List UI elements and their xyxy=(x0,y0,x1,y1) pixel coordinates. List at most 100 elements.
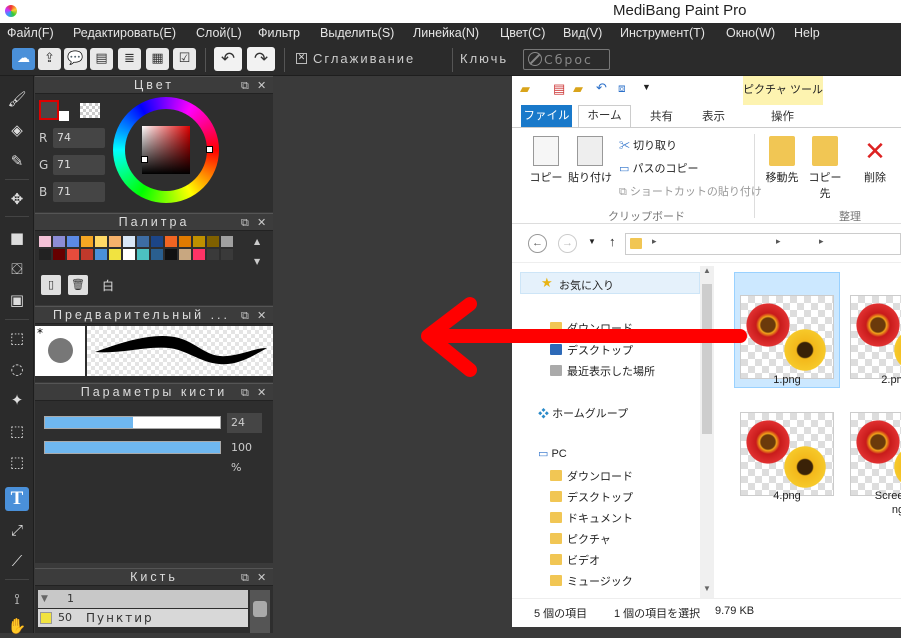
detach-icon[interactable]: ⧉ xyxy=(241,78,249,94)
select-pen-tool-icon[interactable]: ⬚ xyxy=(5,419,29,443)
menu-edit[interactable]: Редактировать(E) xyxy=(73,26,176,40)
rectangle-fill-tool-icon[interactable]: ■ xyxy=(5,226,29,250)
file-thumbnail[interactable] xyxy=(740,295,834,379)
nav-pc-desktop[interactable]: デスクトップ xyxy=(550,489,633,505)
paste-shortcut-button[interactable]: ⧉ ショートカットの貼り付け xyxy=(619,183,762,199)
comment-icon[interactable]: 💬 xyxy=(64,48,87,70)
palette-swatch[interactable] xyxy=(123,236,135,247)
background-color-swatch[interactable] xyxy=(59,111,69,121)
palette-swatch[interactable] xyxy=(95,249,107,260)
new-swatch-icon[interactable]: ▯ xyxy=(41,275,61,295)
palette-swatch[interactable] xyxy=(165,249,177,260)
brush-size-value[interactable]: 24 xyxy=(227,413,262,433)
close-icon[interactable]: ✕ xyxy=(257,570,266,586)
brush-row[interactable]: 50 Пунктир xyxy=(38,609,248,627)
close-icon[interactable]: ✕ xyxy=(257,215,266,231)
nav-documents[interactable]: ドキュメント xyxy=(550,510,633,526)
trash-icon[interactable]: 🗑 xyxy=(68,275,88,295)
picture-tools-tab[interactable]: ピクチャ ツール xyxy=(743,76,823,105)
recent-dropdown-icon[interactable]: ▼ xyxy=(588,237,596,246)
document-icon[interactable]: ≣ xyxy=(118,48,141,70)
nav-videos[interactable]: ビデオ xyxy=(550,552,600,568)
detach-icon[interactable]: ⧉ xyxy=(241,385,249,401)
file-thumbnail[interactable] xyxy=(740,412,834,496)
palette-swatch[interactable] xyxy=(67,249,79,260)
smoothing-checkbox[interactable]: ✕ xyxy=(296,53,307,64)
detach-icon[interactable]: ⧉ xyxy=(241,308,249,324)
palette-swatch[interactable] xyxy=(39,249,51,260)
back-icon[interactable]: ← xyxy=(528,234,547,253)
palette-swatch[interactable] xyxy=(67,236,79,247)
chat-icon[interactable]: ▤ xyxy=(90,48,113,70)
up-icon[interactable]: ↑ xyxy=(609,234,616,249)
divide-tool-icon[interactable]: ⟋ xyxy=(5,549,29,573)
menu-window[interactable]: Окно(W) xyxy=(726,26,775,40)
palette-swatch[interactable] xyxy=(39,236,51,247)
transparent-color-swatch[interactable] xyxy=(80,103,100,118)
undo-icon[interactable]: ↶ xyxy=(596,80,607,96)
copy-button[interactable]: コピー xyxy=(528,136,564,185)
palette-swatch[interactable] xyxy=(151,236,163,247)
menu-view[interactable]: Вид(V) xyxy=(563,26,602,40)
g-field[interactable]: 71 xyxy=(53,155,105,175)
reset-button[interactable]: Сброс xyxy=(523,49,610,70)
r-field[interactable]: 74 xyxy=(53,128,105,148)
palette-swatch[interactable] xyxy=(193,249,205,260)
scroll-down-icon[interactable]: ▼ xyxy=(254,257,260,266)
text-tool-icon[interactable]: T xyxy=(5,487,29,511)
palette-swatch[interactable] xyxy=(179,236,191,247)
gradient-tool-icon[interactable]: ▣ xyxy=(5,288,29,312)
color-wheel[interactable] xyxy=(113,97,219,203)
palette-swatch[interactable] xyxy=(109,236,121,247)
breadcrumb-chevron-icon[interactable]: ▸ xyxy=(652,236,657,247)
delete-button[interactable]: ✕ 削除 xyxy=(858,136,892,185)
rect-select-tool-icon[interactable]: ⬚ xyxy=(5,326,29,350)
palette-swatch[interactable] xyxy=(221,236,233,247)
eyedropper-tool-icon[interactable]: ⟟ xyxy=(5,587,29,611)
select-eraser-tool-icon[interactable]: ⬚ xyxy=(5,450,29,474)
tab-share[interactable]: 共有 xyxy=(650,108,673,124)
brush-opacity-value[interactable]: 100 % xyxy=(227,438,262,474)
hue-marker[interactable] xyxy=(206,146,213,153)
palette-swatch[interactable] xyxy=(179,249,191,260)
layout-icon[interactable]: ▦ xyxy=(146,48,169,70)
rename-icon[interactable]: ⧈ xyxy=(618,81,626,96)
palette-swatch[interactable] xyxy=(53,236,65,247)
nav-pc-downloads[interactable]: ダウンロード xyxy=(550,468,633,484)
properties-icon[interactable]: ▤ xyxy=(553,81,565,97)
hand-tool-icon[interactable]: ✋ xyxy=(5,614,29,638)
menu-ruler[interactable]: Линейка(N) xyxy=(413,26,479,40)
menu-filter[interactable]: Фильтр xyxy=(258,26,300,40)
undo-arrow-icon[interactable]: ↶ xyxy=(214,47,242,71)
magic-wand-tool-icon[interactable]: ✦ xyxy=(5,388,29,412)
dot-brush-tool-icon[interactable]: ✎ xyxy=(5,149,29,173)
paste-button[interactable]: 貼り付け xyxy=(568,136,612,185)
close-icon[interactable]: ✕ xyxy=(257,78,266,94)
scrollbar-thumb[interactable] xyxy=(253,601,267,617)
nav-homegroup[interactable]: ❖ ホームグループ xyxy=(538,405,628,421)
nav-pictures[interactable]: ピクチャ xyxy=(550,531,611,547)
collapse-icon[interactable]: ▼ xyxy=(41,590,48,608)
saturation-marker[interactable] xyxy=(141,156,148,163)
file-thumbnail[interactable] xyxy=(850,412,901,496)
palette-swatch[interactable] xyxy=(137,249,149,260)
palette-swatch[interactable] xyxy=(207,249,219,260)
detach-icon[interactable]: ⧉ xyxy=(241,215,249,231)
share-icon[interactable]: ⇪ xyxy=(38,48,61,70)
palette-swatch[interactable] xyxy=(53,249,65,260)
scroll-down-icon[interactable]: ▼ xyxy=(703,584,711,593)
brush-group-row[interactable]: ▼ 1 xyxy=(38,590,248,608)
breadcrumb-chevron-icon[interactable]: ▸ xyxy=(819,236,824,247)
brush-scrollbar[interactable] xyxy=(250,590,270,633)
palette-swatch[interactable] xyxy=(137,236,149,247)
nav-pc[interactable]: ▭ PC xyxy=(538,447,567,460)
menu-tool[interactable]: Инструмент(T) xyxy=(620,26,705,40)
address-bar[interactable]: ▸ ▸ ▸ xyxy=(625,233,901,255)
tab-file[interactable]: ファイル xyxy=(521,105,572,127)
cut-button[interactable]: ✂ 切り取り xyxy=(619,137,677,153)
palette-swatch[interactable] xyxy=(81,249,93,260)
cloud-icon[interactable]: ☁ xyxy=(12,48,35,70)
brush-opacity-slider[interactable] xyxy=(44,441,221,454)
close-icon[interactable]: ✕ xyxy=(257,308,266,324)
palette-swatch[interactable] xyxy=(123,249,135,260)
